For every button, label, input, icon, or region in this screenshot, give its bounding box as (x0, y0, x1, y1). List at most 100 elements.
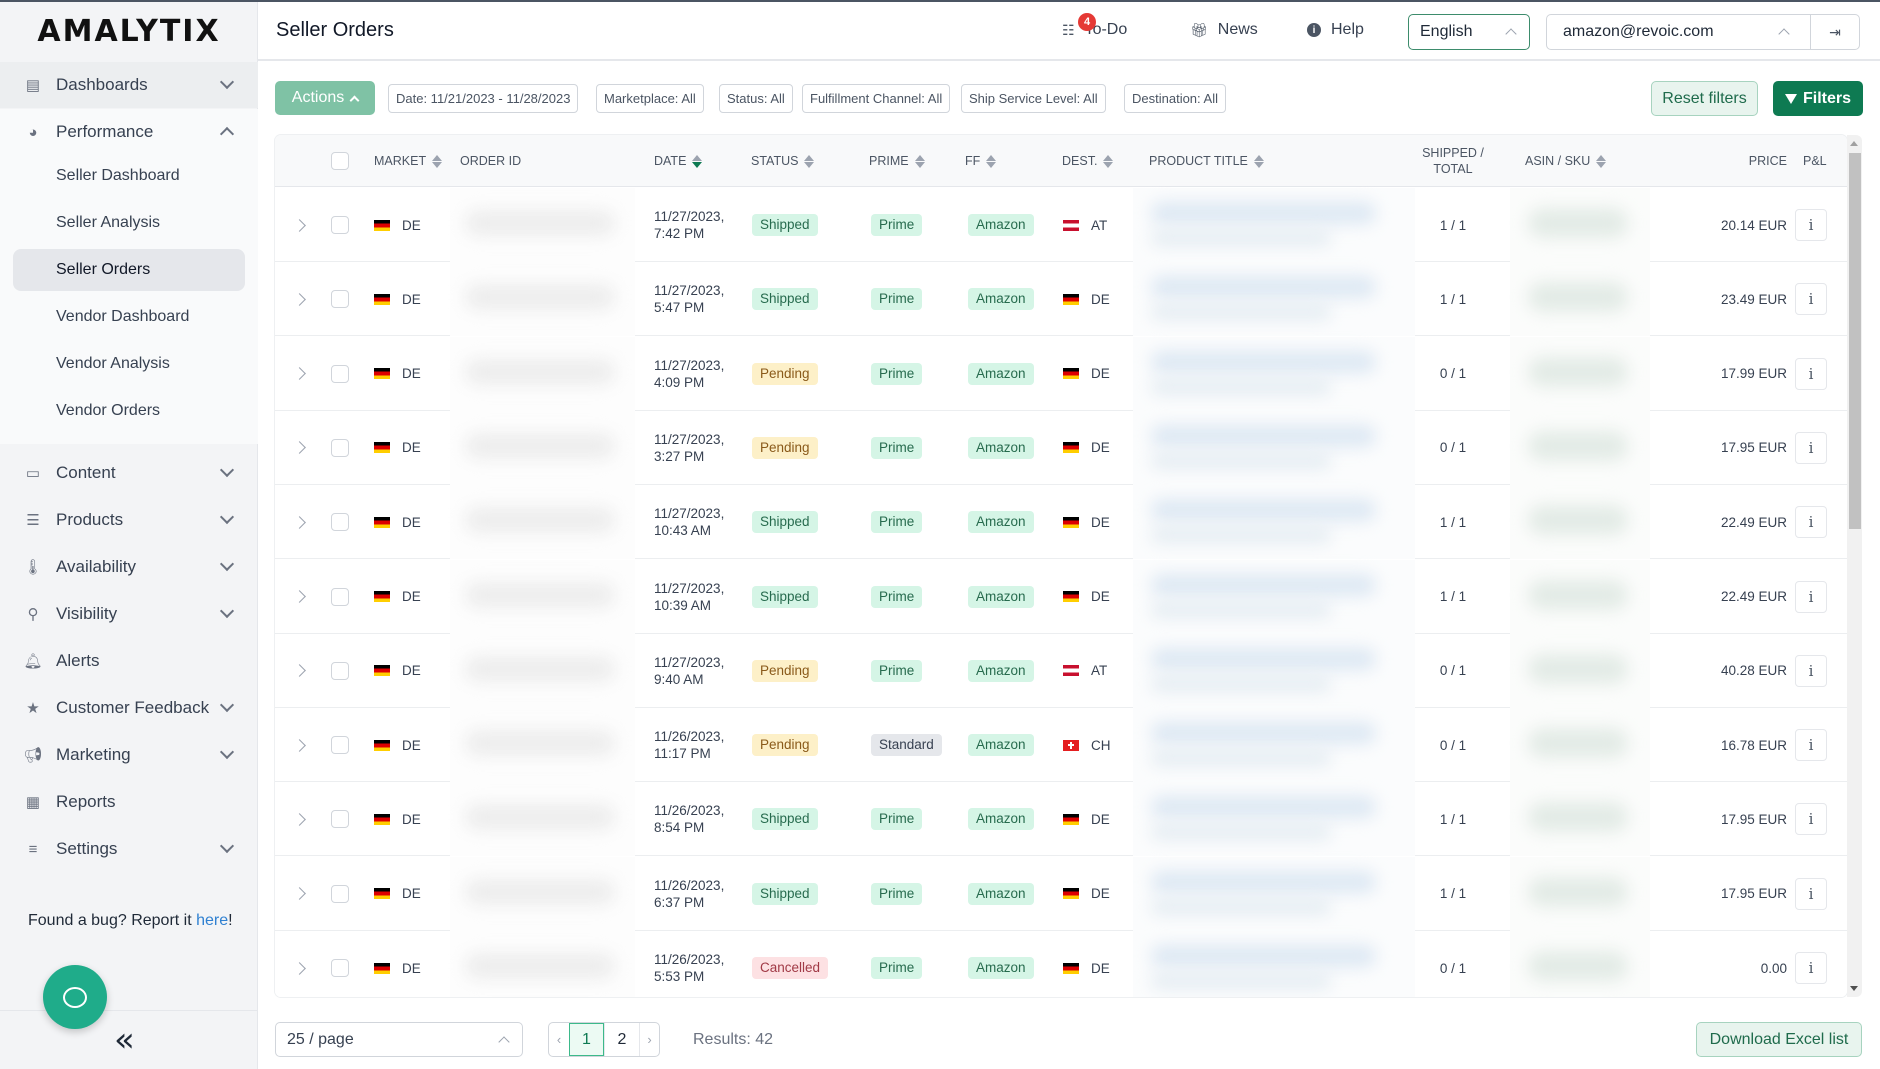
scroll-thumb[interactable] (1849, 153, 1861, 529)
prev-page-button[interactable]: ‹ (549, 1023, 569, 1056)
download-excel-button[interactable]: Download Excel list (1696, 1022, 1862, 1057)
sort-desc-icon[interactable] (692, 154, 703, 168)
sidebar-item-visibility[interactable]: ⚲ Visibility (0, 591, 258, 637)
scroll-up-arrow[interactable] (1850, 141, 1858, 146)
chevron-right-icon[interactable] (293, 515, 306, 529)
pl-info-button[interactable]: i (1795, 431, 1827, 464)
pl-info-button[interactable]: i (1795, 803, 1827, 836)
page-2-button[interactable]: 2 (604, 1023, 639, 1056)
sidebar-subitem-seller-analysis[interactable]: Seller Analysis (13, 202, 245, 244)
dest-cell: DE (1063, 560, 1110, 634)
filters-button[interactable]: Filters (1773, 81, 1863, 116)
actions-button[interactable]: Actions (275, 81, 375, 115)
row-checkbox[interactable] (331, 884, 349, 903)
scroll-down-arrow[interactable] (1850, 986, 1858, 991)
row-checkbox[interactable] (331, 438, 349, 457)
column-market[interactable]: MARKET (374, 135, 443, 187)
sidebar-item-reports[interactable]: ▦ Reports (0, 779, 258, 825)
pl-info-button[interactable]: i (1795, 506, 1827, 539)
sidebar-subitem-seller-orders[interactable]: Seller Orders (13, 249, 245, 291)
ff-cell: Amazon (968, 560, 1034, 634)
column-date[interactable]: DATE (654, 135, 703, 187)
sidebar-subitem-vendor-dashboard[interactable]: Vendor Dashboard (13, 296, 245, 338)
pl-info-button[interactable]: i (1795, 877, 1827, 910)
column-product-title[interactable]: PRODUCT TITLE (1149, 135, 1264, 187)
info-circle-icon: i (1307, 23, 1321, 37)
filter-chip[interactable]: Date: 11/21/2023 - 11/28/2023 (388, 84, 579, 113)
column-status[interactable]: STATUS (751, 135, 815, 187)
chevron-right-icon[interactable] (293, 218, 306, 232)
sidebar-item-alerts[interactable]: 🔔︎ Alerts (0, 638, 258, 684)
sidebar-item-marketing[interactable]: 📢︎ Marketing (0, 732, 258, 778)
sidebar-item-dashboards[interactable]: ▤ Dashboards (0, 62, 258, 108)
pl-info-button[interactable]: i (1795, 283, 1827, 316)
chevron-right-icon[interactable] (293, 590, 306, 603)
dest-code: DE (1091, 811, 1110, 827)
account-select[interactable]: amazon@revoic.com (1546, 14, 1811, 50)
row-checkbox[interactable] (331, 364, 349, 383)
language-select[interactable]: English (1408, 14, 1530, 50)
reset-filters-button[interactable]: Reset filters (1651, 81, 1758, 116)
page-size-select[interactable]: 25 / page (275, 1022, 523, 1057)
chevron-right-icon[interactable] (293, 738, 306, 752)
page-1-button[interactable]: 1 (569, 1023, 604, 1056)
chevron-right-icon[interactable] (293, 441, 306, 455)
collapse-sidebar-button[interactable]: « (114, 1023, 135, 1057)
row-checkbox[interactable] (331, 736, 349, 755)
sidebar-item-content[interactable]: ▭ Content (0, 450, 258, 496)
todo-link[interactable]: ☷ 4 To-Do (1062, 12, 1127, 39)
sort-icon[interactable] (1103, 154, 1114, 168)
row-checkbox[interactable] (331, 810, 349, 829)
filter-chip[interactable]: Status: All (719, 84, 793, 113)
column-dest[interactable]: DEST. (1062, 135, 1114, 187)
table-scrollbar[interactable] (1847, 135, 1862, 997)
pl-info-button[interactable]: i (1795, 729, 1827, 762)
chevron-right-icon[interactable] (293, 367, 306, 380)
sort-icon[interactable] (804, 154, 815, 168)
chat-button[interactable] (43, 965, 107, 1029)
sidebar-item-products[interactable]: ☰ Products (0, 497, 258, 543)
select-all-checkbox[interactable] (331, 152, 349, 170)
pl-info-button[interactable]: i (1795, 209, 1827, 241)
date-cell: 11/27/2023, 9:40 AM (654, 634, 724, 708)
sort-icon[interactable] (986, 154, 997, 168)
sidebar-item-availability[interactable]: 🌡︎ Availability (0, 544, 258, 590)
sort-icon[interactable] (1253, 154, 1264, 168)
sidebar-item-settings[interactable]: ≡ Settings (0, 826, 258, 872)
sidebar-item-performance[interactable]: ◕ Performance (0, 109, 258, 155)
row-checkbox[interactable] (331, 290, 349, 309)
bug-report-link[interactable]: here (196, 912, 228, 929)
sort-icon[interactable] (914, 154, 925, 168)
chevron-right-icon[interactable] (293, 887, 306, 901)
filter-chip[interactable]: Fulfillment Channel: All (802, 84, 951, 113)
news-link[interactable]: 🎁︎ News (1190, 21, 1258, 39)
chevron-right-icon[interactable] (293, 664, 306, 678)
sort-icon[interactable] (1596, 154, 1607, 168)
sidebar-subitem-vendor-analysis[interactable]: Vendor Analysis (13, 343, 245, 385)
pl-info-button[interactable]: i (1795, 654, 1827, 687)
sort-icon[interactable] (432, 154, 443, 168)
logout-button[interactable]: ⇥ (1810, 14, 1860, 50)
sidebar-subitem-seller-dashboard[interactable]: Seller Dashboard (13, 155, 245, 197)
pl-info-button[interactable]: i (1795, 357, 1827, 390)
filter-chip[interactable]: Marketplace: All (596, 84, 704, 113)
pl-info-button[interactable]: i (1795, 952, 1827, 984)
column-asin-sku[interactable]: ASIN / SKU (1525, 135, 1607, 187)
sidebar-subitem-vendor-orders[interactable]: Vendor Orders (13, 390, 245, 432)
chevron-right-icon[interactable] (293, 813, 306, 826)
column-ff[interactable]: FF (965, 135, 997, 187)
filter-chip[interactable]: Destination: All (1124, 84, 1226, 113)
row-checkbox[interactable] (331, 959, 349, 977)
sidebar-item-customer-feedback[interactable]: ★ Customer Feedback (0, 685, 258, 731)
row-checkbox[interactable] (331, 587, 349, 606)
next-page-button[interactable]: › (639, 1023, 659, 1056)
chevron-right-icon[interactable] (293, 292, 306, 306)
pl-info-button[interactable]: i (1795, 580, 1827, 613)
column-prime[interactable]: PRIME (869, 135, 925, 187)
chevron-right-icon[interactable] (293, 961, 306, 975)
filter-chip[interactable]: Ship Service Level: All (961, 84, 1106, 113)
row-checkbox[interactable] (331, 513, 349, 532)
help-link[interactable]: i Help (1307, 21, 1364, 39)
row-checkbox[interactable] (331, 216, 349, 234)
row-checkbox[interactable] (331, 661, 349, 680)
